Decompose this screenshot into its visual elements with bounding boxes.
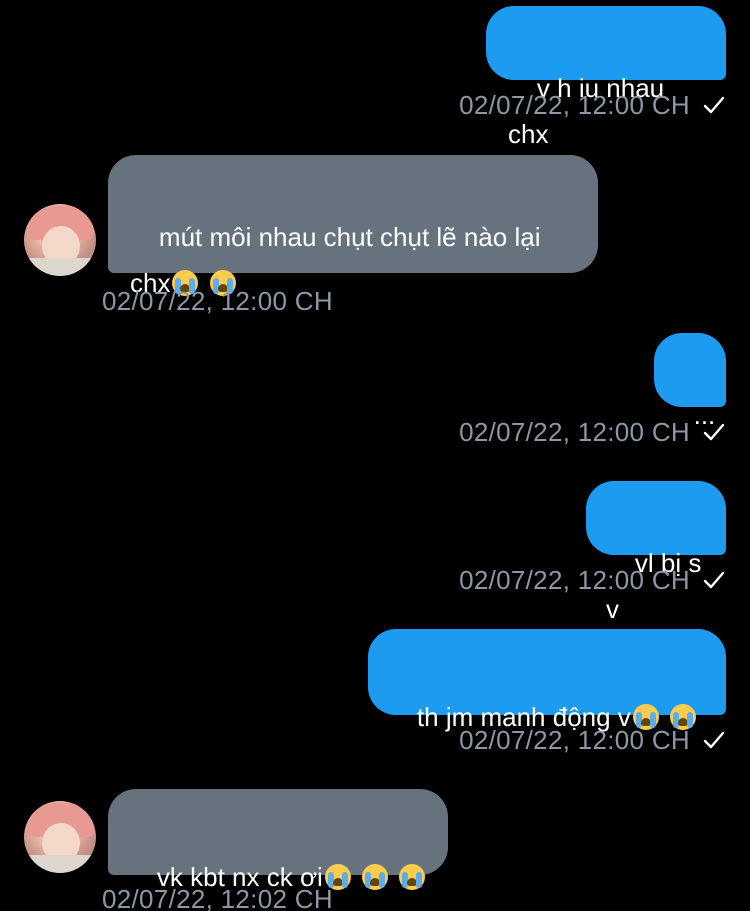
received-message-bubble[interactable]: mút môi nhau chụt chụt lẽ nào lại chx (108, 155, 598, 298)
message-timestamp: 02/07/22, 12:00 CH (380, 565, 726, 595)
loudly-crying-face-icon (399, 864, 426, 890)
received-message-bubble[interactable]: vk kbt nx ck ơi (108, 789, 448, 892)
sent-check-icon (703, 571, 725, 589)
message-timestamp: 02/07/22, 12:00 CH (380, 725, 726, 755)
sent-message-bubble[interactable]: v h iu nhau chx (486, 6, 726, 149)
avatar[interactable] (24, 204, 96, 276)
sent-message-bubble[interactable]: vl bị s v (586, 481, 726, 624)
message-timestamp: 02/07/22, 12:00 CH (102, 286, 333, 316)
message-timestamp: 02/07/22, 12:02 CH (102, 884, 333, 911)
sent-check-icon (703, 731, 725, 749)
sent-message-bubble[interactable]: th jm manh động v (368, 629, 726, 732)
sent-message-bubble[interactable]: ... (654, 333, 726, 430)
chat-thread: v h iu nhau chx 02/07/22, 12:00 CH mút m… (0, 0, 750, 911)
message-timestamp: 02/07/22, 12:00 CH (380, 417, 726, 447)
message-timestamp: 02/07/22, 12:00 CH (380, 90, 726, 120)
sent-check-icon (703, 423, 725, 441)
sent-check-icon (703, 96, 725, 114)
avatar[interactable] (24, 801, 96, 873)
